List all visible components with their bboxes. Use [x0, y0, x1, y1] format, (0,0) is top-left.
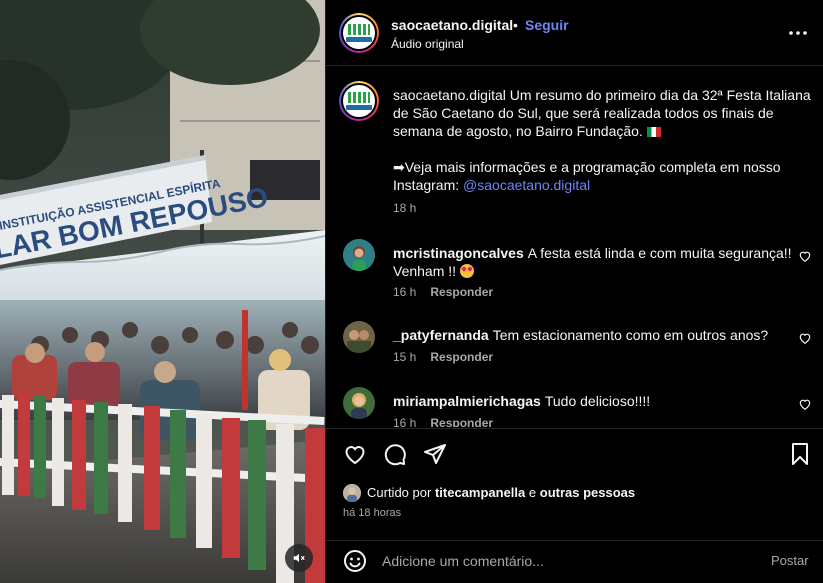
comment-meta: 16 h Responder: [393, 416, 493, 427]
video-frame: INSTITUIÇÃO ASSISTENCIAL ESPÍRITA LAR BO…: [0, 0, 325, 583]
liked-prefix: Curtido por: [367, 485, 432, 500]
comment-body: Tudo delicioso!!!!: [544, 393, 651, 409]
comment-body: Tem estacionamento como em outros anos?: [492, 327, 769, 343]
avatar-image: [343, 387, 375, 419]
commenter-avatar[interactable]: [343, 387, 375, 419]
liked-others-link[interactable]: outras pessoas: [540, 485, 635, 500]
reply-button[interactable]: Responder: [430, 416, 493, 427]
follow-button[interactable]: Seguir: [525, 17, 569, 33]
separator-dot: •: [513, 17, 518, 33]
reply-button[interactable]: Responder: [430, 350, 493, 364]
comments-list[interactable]: saocaetano.digital Um resumo do primeiro…: [326, 67, 823, 427]
comment-icon[interactable]: [383, 442, 407, 466]
heart-icon[interactable]: [343, 442, 367, 466]
send-icon[interactable]: [423, 442, 447, 466]
reply-button[interactable]: Responder: [430, 285, 493, 299]
logo-icon: [346, 24, 372, 42]
post-actions: Curtido por titecampanella e outras pess…: [326, 428, 823, 540]
comment-like-icon[interactable]: [798, 249, 812, 263]
caption-mention-link[interactable]: @saocaetano.digital: [463, 177, 590, 193]
commenter-avatar[interactable]: [343, 321, 375, 353]
liker-username[interactable]: titecampanella: [435, 485, 525, 500]
comment-meta: 15 h Responder: [393, 350, 493, 364]
audio-label[interactable]: Áudio original: [391, 37, 464, 51]
comment-time: 16 h: [393, 285, 417, 299]
bookmark-icon[interactable]: [788, 442, 812, 466]
commenter-avatar[interactable]: [343, 239, 375, 271]
heart-eyes-emoji-icon: [459, 264, 474, 278]
author-avatar[interactable]: [339, 13, 379, 53]
comment-text: mcristinagoncalves A festa está linda e c…: [393, 244, 793, 280]
caption-text: saocaetano.digital Um resumo do primeiro…: [393, 86, 813, 194]
post-media[interactable]: INSTITUIÇÃO ASSISTENCIAL ESPÍRITA LAR BO…: [0, 0, 325, 583]
mute-button[interactable]: [285, 544, 313, 572]
caption-username[interactable]: saocaetano.digital: [393, 87, 506, 103]
comment-like-icon[interactable]: [798, 331, 812, 345]
liked-conj: e: [528, 485, 537, 500]
comment-like-icon[interactable]: [798, 397, 812, 411]
add-comment-bar: Postar: [326, 540, 823, 583]
comment-input[interactable]: [382, 549, 742, 573]
avatar-image: [343, 321, 375, 353]
logo-icon: [346, 92, 372, 110]
volume-off-icon: [293, 553, 305, 563]
caption-time: 18 h: [393, 201, 417, 215]
italy-flag-icon: [646, 127, 661, 137]
emoji-icon[interactable]: [343, 549, 367, 573]
comment-time: 16 h: [393, 416, 417, 427]
post-time[interactable]: há 18 horas: [343, 507, 401, 519]
caption-avatar[interactable]: [339, 81, 379, 121]
comment-meta: 16 h Responder: [393, 285, 493, 299]
liker-avatar[interactable]: [343, 484, 361, 502]
avatar-image: [343, 239, 375, 271]
more-horizontal-icon[interactable]: [788, 25, 808, 41]
post-comment-button[interactable]: Postar: [771, 553, 809, 568]
comment-text: miriampalmierichagas Tudo delicioso!!!!: [393, 392, 793, 410]
liked-by-text: Curtido por titecampanella e outras pess…: [367, 485, 635, 500]
author-username[interactable]: saocaetano.digital: [391, 17, 513, 33]
comment-time: 15 h: [393, 350, 417, 364]
post-header: saocaetano.digital • Seguir Áudio origin…: [326, 0, 823, 66]
comment-username[interactable]: _patyfernanda: [393, 327, 489, 343]
avatar-image: [343, 484, 361, 502]
comment-username[interactable]: miriampalmierichagas: [393, 393, 541, 409]
comment-username[interactable]: mcristinagoncalves: [393, 245, 524, 261]
comment-text: _patyfernanda Tem estacionamento como em …: [393, 326, 793, 344]
post-details-panel: saocaetano.digital • Seguir Áudio origin…: [325, 0, 823, 583]
